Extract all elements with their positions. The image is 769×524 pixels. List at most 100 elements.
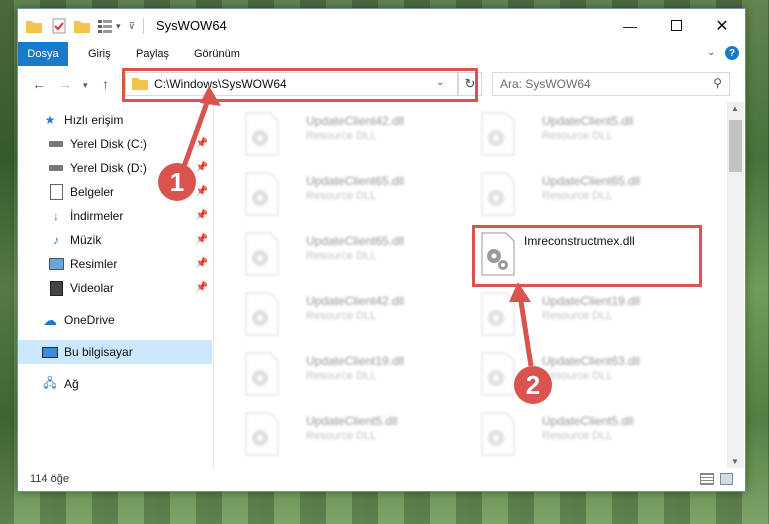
tab-share[interactable]: Paylaş [126,42,179,66]
list-item[interactable]: UpdateClient19.dll Resource DLL [472,288,702,338]
address-highlight-box [122,68,478,102]
search-placeholder: Ara: SysWOW64 [500,77,591,91]
sidebar-item-network[interactable]: 🖧 Ağ [18,372,212,396]
sidebar-item-quick-access[interactable]: ★ Hızlı erişim [18,108,212,132]
list-item[interactable]: UpdateClient5.dll Resource DLL [236,408,466,458]
file-type: Resource DLL [306,370,377,382]
sidebar-item-onedrive[interactable]: ☁ OneDrive [18,308,212,332]
scroll-up-icon[interactable]: ▲ [731,104,739,113]
videos-icon [48,280,64,296]
sidebar-item-pictures[interactable]: Resimler 📌 [18,252,212,276]
sidebar-item-this-pc[interactable]: Bu bilgisayar [18,340,212,364]
view-options-icon[interactable] [98,19,112,33]
sidebar-item-videos[interactable]: Videolar 📌 [18,276,212,300]
step-marker-1: 1 [158,163,196,201]
dll-file-icon [245,232,279,276]
list-item[interactable]: UpdateClient19.dll Resource DLL [236,348,466,398]
file-highlight-box [472,225,702,287]
list-item[interactable]: UpdateClient5.dll Resource DLL [472,108,702,158]
pictures-icon [48,256,64,272]
up-button[interactable]: ↑ [102,76,109,92]
file-name: UpdateClient19.dll [306,354,405,368]
help-icon[interactable]: ? [725,46,739,60]
recent-locations-button[interactable]: ▾ [83,80,88,91]
large-icons-view-icon[interactable] [720,473,733,485]
forward-arrow-icon: → [58,76,72,92]
computer-icon [42,344,58,360]
file-type: Resource DLL [542,190,613,202]
documents-icon [48,184,64,200]
back-arrow-icon: ← [32,76,46,92]
close-button[interactable]: ✕ [699,9,745,42]
list-item[interactable]: UpdateClient42.dll Resource DLL [236,288,466,338]
sidebar-item-label: İndirmeler [70,209,124,223]
minimize-button[interactable]: — [607,9,653,42]
up-arrow-icon: ↑ [102,76,109,92]
sidebar-item-local-disk-c[interactable]: Yerel Disk (C:) 📌 [18,132,212,156]
maximize-button[interactable] [653,9,699,42]
details-view-icon[interactable] [700,473,714,485]
customize-toolbar-icon[interactable]: ⊽ [129,21,136,32]
dll-file-icon [245,112,279,156]
ribbon-tabs: Dosya Giriş Paylaş Görünüm ⌄ ? [18,42,745,92]
file-type: Resource DLL [306,190,377,202]
sidebar-item-label: Müzik [70,233,102,247]
list-item[interactable]: UpdateClient5.dll Resource DLL [472,408,702,458]
tab-home[interactable]: Giriş [78,42,121,66]
cloud-icon: ☁ [43,311,57,328]
dll-file-icon [481,412,515,456]
file-type: Resource DLL [306,130,377,142]
new-folder-icon[interactable] [74,19,90,33]
file-name: UpdateClient63.dll [542,354,641,368]
dll-file-icon [481,292,515,336]
dll-file-icon [481,172,515,216]
sidebar-item-label: Bu bilgisayar [64,345,133,359]
search-box[interactable]: Ara: SysWOW64 ⚲ [492,72,730,96]
vertical-scrollbar[interactable]: ▲ ▼ [727,102,744,468]
drive-icon [48,136,64,152]
dll-file-icon [481,352,515,396]
file-type: Resource DLL [542,130,613,142]
sidebar-item-music[interactable]: ♪ Müzik 📌 [18,228,212,252]
sidebar-item-label: Yerel Disk (D:) [70,161,147,175]
sidebar-item-label: Ağ [64,377,79,391]
back-button[interactable]: ← [32,76,46,92]
title-bar: ▾ ⊽ SysWOW64 — ✕ [18,9,745,42]
pin-icon: 📌 [195,162,208,173]
file-type: Resource DLL [542,310,613,322]
quick-access-toolbar: ▾ ⊽ [26,17,145,35]
music-icon: ♪ [53,233,59,247]
sidebar-item-label: Resimler [70,257,118,271]
sidebar-item-label: Hızlı erişim [64,113,124,127]
close-icon: ✕ [715,17,729,35]
list-item[interactable]: UpdateClient65.dll Resource DLL [236,228,466,278]
file-name: UpdateClient42.dll [306,114,405,128]
scrollbar-thumb[interactable] [729,120,742,172]
scroll-down-icon[interactable]: ▼ [731,457,739,466]
step-marker-2: 2 [514,366,552,404]
file-type: Resource DLL [542,370,613,382]
star-icon: ★ [44,113,56,127]
forward-button[interactable]: → [58,76,72,92]
pin-icon: 📌 [195,282,208,293]
dll-file-icon [245,352,279,396]
list-item[interactable]: UpdateClient42.dll Resource DLL [236,108,466,158]
list-item[interactable]: UpdateClient63.dll Resource DLL [472,348,702,398]
properties-icon[interactable] [52,18,66,34]
downloads-icon: ↓ [53,209,59,223]
list-item[interactable]: UpdateClient65.dll Resource DLL [472,168,702,218]
toolbar-dropdown-icon[interactable]: ▾ [116,21,121,32]
sidebar-item-label: Belgeler [70,185,115,199]
expand-ribbon-icon[interactable]: ⌄ [707,47,715,58]
file-name: UpdateClient42.dll [306,294,405,308]
dll-file-icon [481,112,515,156]
file-name: UpdateClient65.dll [542,174,641,188]
tab-view[interactable]: Görünüm [184,42,250,66]
sidebar-item-downloads[interactable]: ↓ İndirmeler 📌 [18,204,212,228]
list-item[interactable]: UpdateClient65.dll Resource DLL [236,168,466,218]
dll-file-icon [245,292,279,336]
file-name: UpdateClient65.dll [306,174,405,188]
network-icon: 🖧 [43,375,57,390]
navigation-pane: ★ Hızlı erişim Yerel Disk (C:) 📌 Yerel D… [18,102,212,468]
window-title: SysWOW64 [156,18,227,33]
